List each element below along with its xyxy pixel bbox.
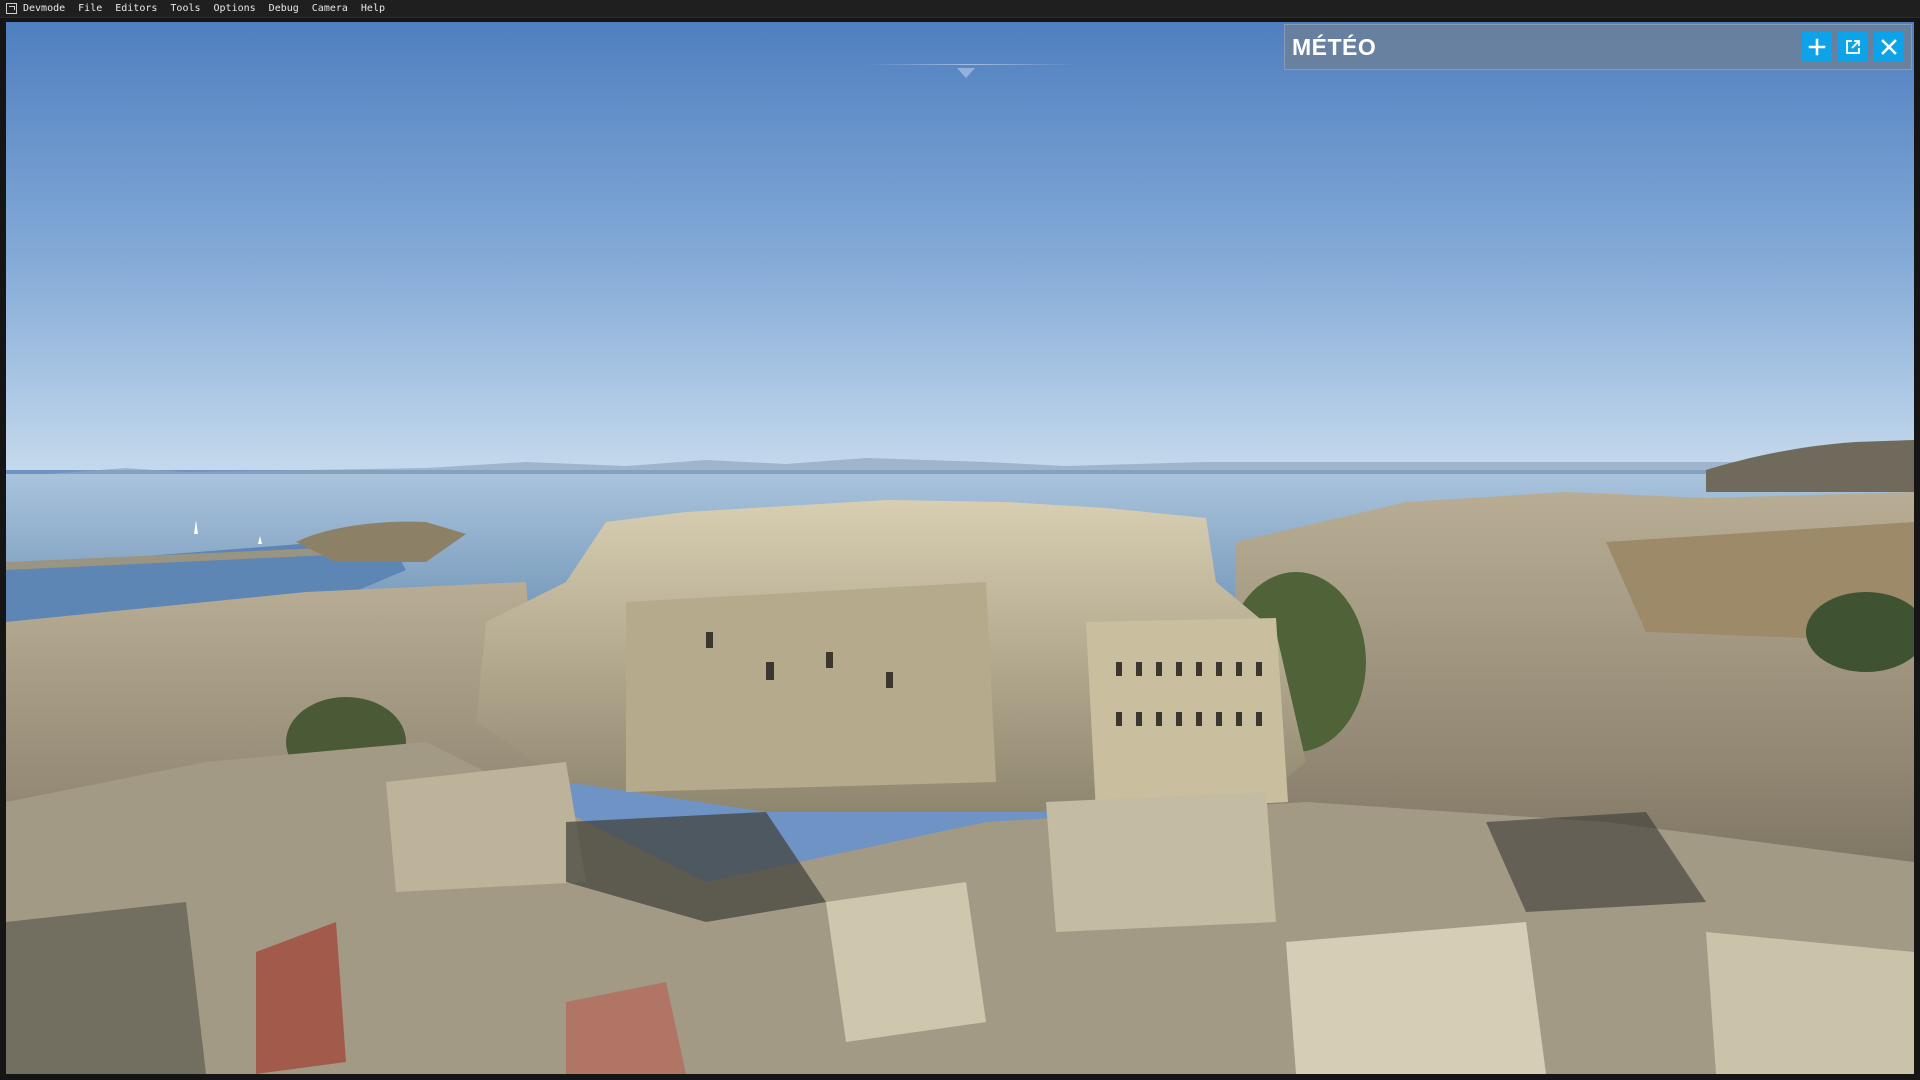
close-icon [1881,39,1897,55]
devmode-icon[interactable] [6,3,17,14]
add-button[interactable] [1802,32,1832,62]
plus-icon [1808,38,1826,56]
compass-heading-line [866,64,1076,65]
weather-panel[interactable]: MÉTÉO [1284,24,1912,70]
menu-help[interactable]: Help [361,0,385,18]
compass-marker-icon [957,68,975,78]
menu-editors[interactable]: Editors [115,0,157,18]
external-window-icon [1846,40,1860,54]
panel-title: MÉTÉO [1292,33,1377,60]
menu-tools[interactable]: Tools [170,0,200,18]
menu-bar: Devmode File Editors Tools Options Debug… [0,0,1920,18]
menu-debug[interactable]: Debug [269,0,299,18]
close-button[interactable] [1874,32,1904,62]
scenery-render [6,22,1914,1074]
menu-devmode[interactable]: Devmode [23,0,65,18]
sim-viewport[interactable] [6,22,1914,1074]
menu-options[interactable]: Options [214,0,256,18]
menu-file[interactable]: File [78,0,102,18]
menu-camera[interactable]: Camera [312,0,348,18]
undock-button[interactable] [1838,32,1868,62]
